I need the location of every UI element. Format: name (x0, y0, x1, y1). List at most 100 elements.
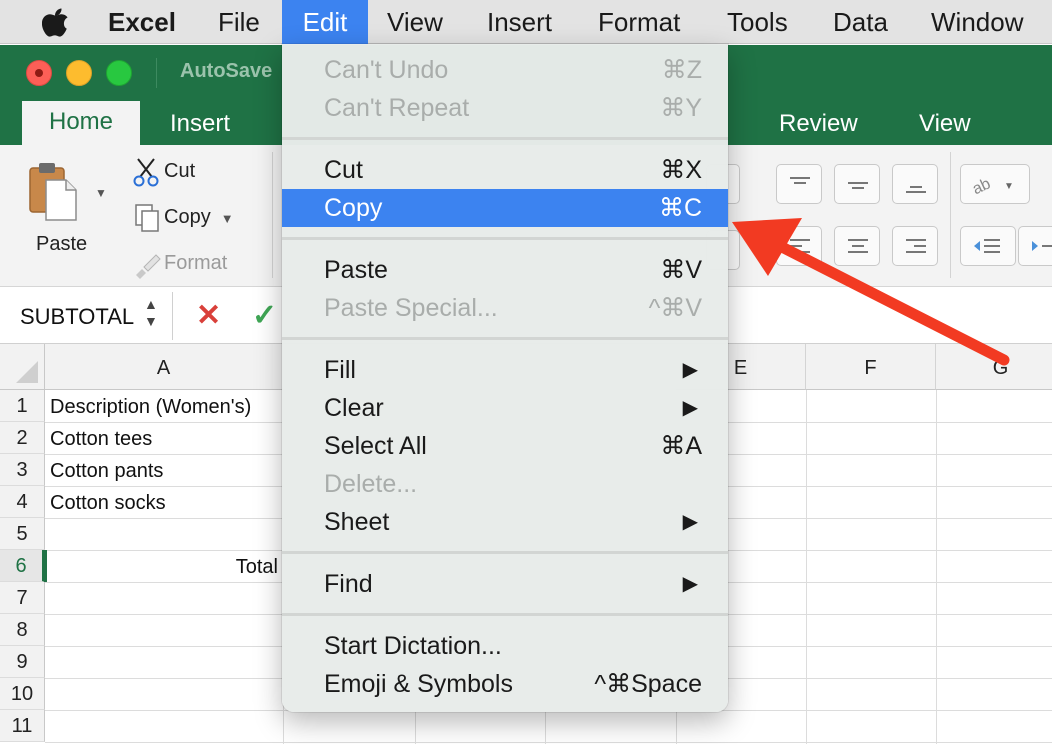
tab-insert[interactable]: Insert (170, 103, 230, 145)
tab-view[interactable]: View (919, 103, 971, 145)
orientation-button[interactable]: ab ▼ (960, 164, 1030, 204)
align-bottom-icon (906, 186, 926, 193)
cancel-entry-icon[interactable]: ✕ (196, 298, 221, 333)
row-header-8[interactable]: 8 (0, 614, 45, 646)
autosave-label: AutoSave (180, 60, 273, 82)
apple-menu-icon[interactable] (42, 0, 70, 44)
svg-text:▼: ▼ (1004, 181, 1014, 192)
name-box-stepper-icon[interactable]: ▲ ▼ (144, 296, 158, 330)
scissors-icon (132, 157, 164, 187)
emoji-label: Emoji & Symbols (324, 670, 513, 698)
active-cell-indicator (44, 550, 47, 582)
menu-item-copy[interactable]: Copy ⌘C (282, 189, 728, 227)
row-header-7[interactable]: 7 (0, 582, 45, 614)
align-top-icon (790, 177, 810, 184)
title-divider (156, 58, 157, 88)
menu-edit[interactable]: Edit (282, 0, 368, 44)
menu-item-cut[interactable]: Cut ⌘X (282, 151, 728, 189)
cell-a4[interactable]: Cotton socks (50, 486, 166, 518)
menu-separator (282, 137, 728, 140)
menu-item-clear[interactable]: Clear ▶ (282, 389, 728, 427)
menu-file[interactable]: File (218, 0, 260, 44)
column-header-a[interactable]: A (45, 344, 283, 390)
undo-label: Can't Undo (324, 56, 449, 84)
zoom-window-button[interactable] (106, 60, 132, 86)
menu-item-paste-special: Paste Special... ^⌘V (282, 289, 728, 327)
align-middle-icon (848, 182, 868, 189)
menu-item-select-all[interactable]: Select All ⌘A (282, 427, 728, 465)
grid-line (806, 390, 807, 744)
row-header-3[interactable]: 3 (0, 454, 45, 486)
cell-a6[interactable]: Total (46, 550, 282, 582)
increase-indent-button[interactable] (1018, 226, 1052, 266)
cut-button[interactable]: Cut (132, 156, 195, 187)
format-painter-button[interactable]: Format (132, 248, 228, 279)
row-header-11[interactable]: 11 (0, 710, 45, 742)
row-header-6[interactable]: 6 (0, 550, 45, 582)
copy-dropdown-icon[interactable]: ▼ (221, 211, 234, 226)
menu-view[interactable]: View (387, 0, 443, 44)
row-header-1[interactable]: 1 (0, 390, 45, 422)
menu-insert[interactable]: Insert (487, 0, 552, 44)
menu-item-repeat: Can't Repeat ⌘Y (282, 89, 728, 127)
align-middle-button[interactable] (834, 164, 880, 204)
paste-dropdown-icon[interactable]: ▼ (95, 186, 107, 200)
cell-a2[interactable]: Cotton tees (50, 422, 152, 454)
repeat-label: Can't Repeat (324, 94, 470, 122)
menu-separator (282, 237, 728, 240)
close-window-button[interactable] (26, 60, 52, 86)
tab-review[interactable]: Review (779, 103, 858, 145)
format-label: Format (164, 252, 228, 274)
paste-menu-label: Paste (324, 256, 388, 284)
paste-clipboard-icon[interactable] (28, 160, 78, 222)
row-header-10[interactable]: 10 (0, 678, 45, 710)
row-header-9[interactable]: 9 (0, 646, 45, 678)
copy-button[interactable]: Copy ▼ (132, 202, 234, 232)
submenu-arrow-icon: ▶ (682, 511, 698, 533)
menu-item-fill[interactable]: Fill ▶ (282, 351, 728, 389)
cell-a3[interactable]: Cotton pants (50, 454, 163, 486)
text-orientation-icon: ab ▼ (972, 175, 1014, 195)
menu-separator (282, 337, 728, 340)
menu-item-sheet[interactable]: Sheet ▶ (282, 503, 728, 541)
select-all-corner[interactable] (0, 344, 45, 390)
menu-data[interactable]: Data (833, 0, 888, 44)
clear-label: Clear (324, 394, 384, 422)
submenu-arrow-icon: ▶ (682, 573, 698, 595)
tab-home[interactable]: Home (22, 101, 140, 145)
row-header-5[interactable]: 5 (0, 518, 45, 550)
paste-button-label[interactable]: Paste (36, 233, 87, 256)
find-label: Find (324, 570, 373, 598)
menu-item-find[interactable]: Find ▶ (282, 565, 728, 603)
select-all-shortcut: ⌘A (660, 432, 702, 460)
menu-item-emoji-symbols[interactable]: Emoji & Symbols ^⌘Space (282, 665, 728, 703)
menu-separator (282, 613, 728, 616)
row-header-4[interactable]: 4 (0, 486, 45, 518)
sheet-label: Sheet (324, 508, 390, 536)
menu-tools[interactable]: Tools (727, 0, 788, 44)
menu-excel[interactable]: Excel (108, 0, 176, 44)
undo-shortcut: ⌘Z (661, 56, 702, 84)
copy-shortcut: ⌘C (658, 194, 702, 222)
menu-window[interactable]: Window (931, 0, 1023, 44)
cut-menu-label: Cut (324, 156, 363, 184)
select-all-label: Select All (324, 432, 427, 460)
minimize-window-button[interactable] (66, 60, 92, 86)
repeat-shortcut: ⌘Y (660, 94, 702, 122)
copy-label: Copy (164, 206, 211, 228)
ribbon-divider (272, 152, 273, 278)
menu-separator (282, 551, 728, 554)
menu-format[interactable]: Format (598, 0, 680, 44)
formula-bar-divider (172, 292, 173, 340)
align-top-button[interactable] (776, 164, 822, 204)
cell-a1[interactable]: Description (Women's) (50, 390, 251, 422)
align-bottom-button[interactable] (892, 164, 938, 204)
confirm-entry-icon[interactable]: ✓ (252, 298, 277, 333)
red-annotation-arrow-icon (732, 218, 1010, 366)
menu-item-start-dictation[interactable]: Start Dictation... (282, 627, 728, 665)
paste-special-shortcut: ^⌘V (648, 294, 702, 322)
copy-menu-label: Copy (324, 194, 383, 222)
menu-item-paste[interactable]: Paste ⌘V (282, 251, 728, 289)
row-header-2[interactable]: 2 (0, 422, 45, 454)
paste-special-label: Paste Special... (324, 294, 498, 322)
